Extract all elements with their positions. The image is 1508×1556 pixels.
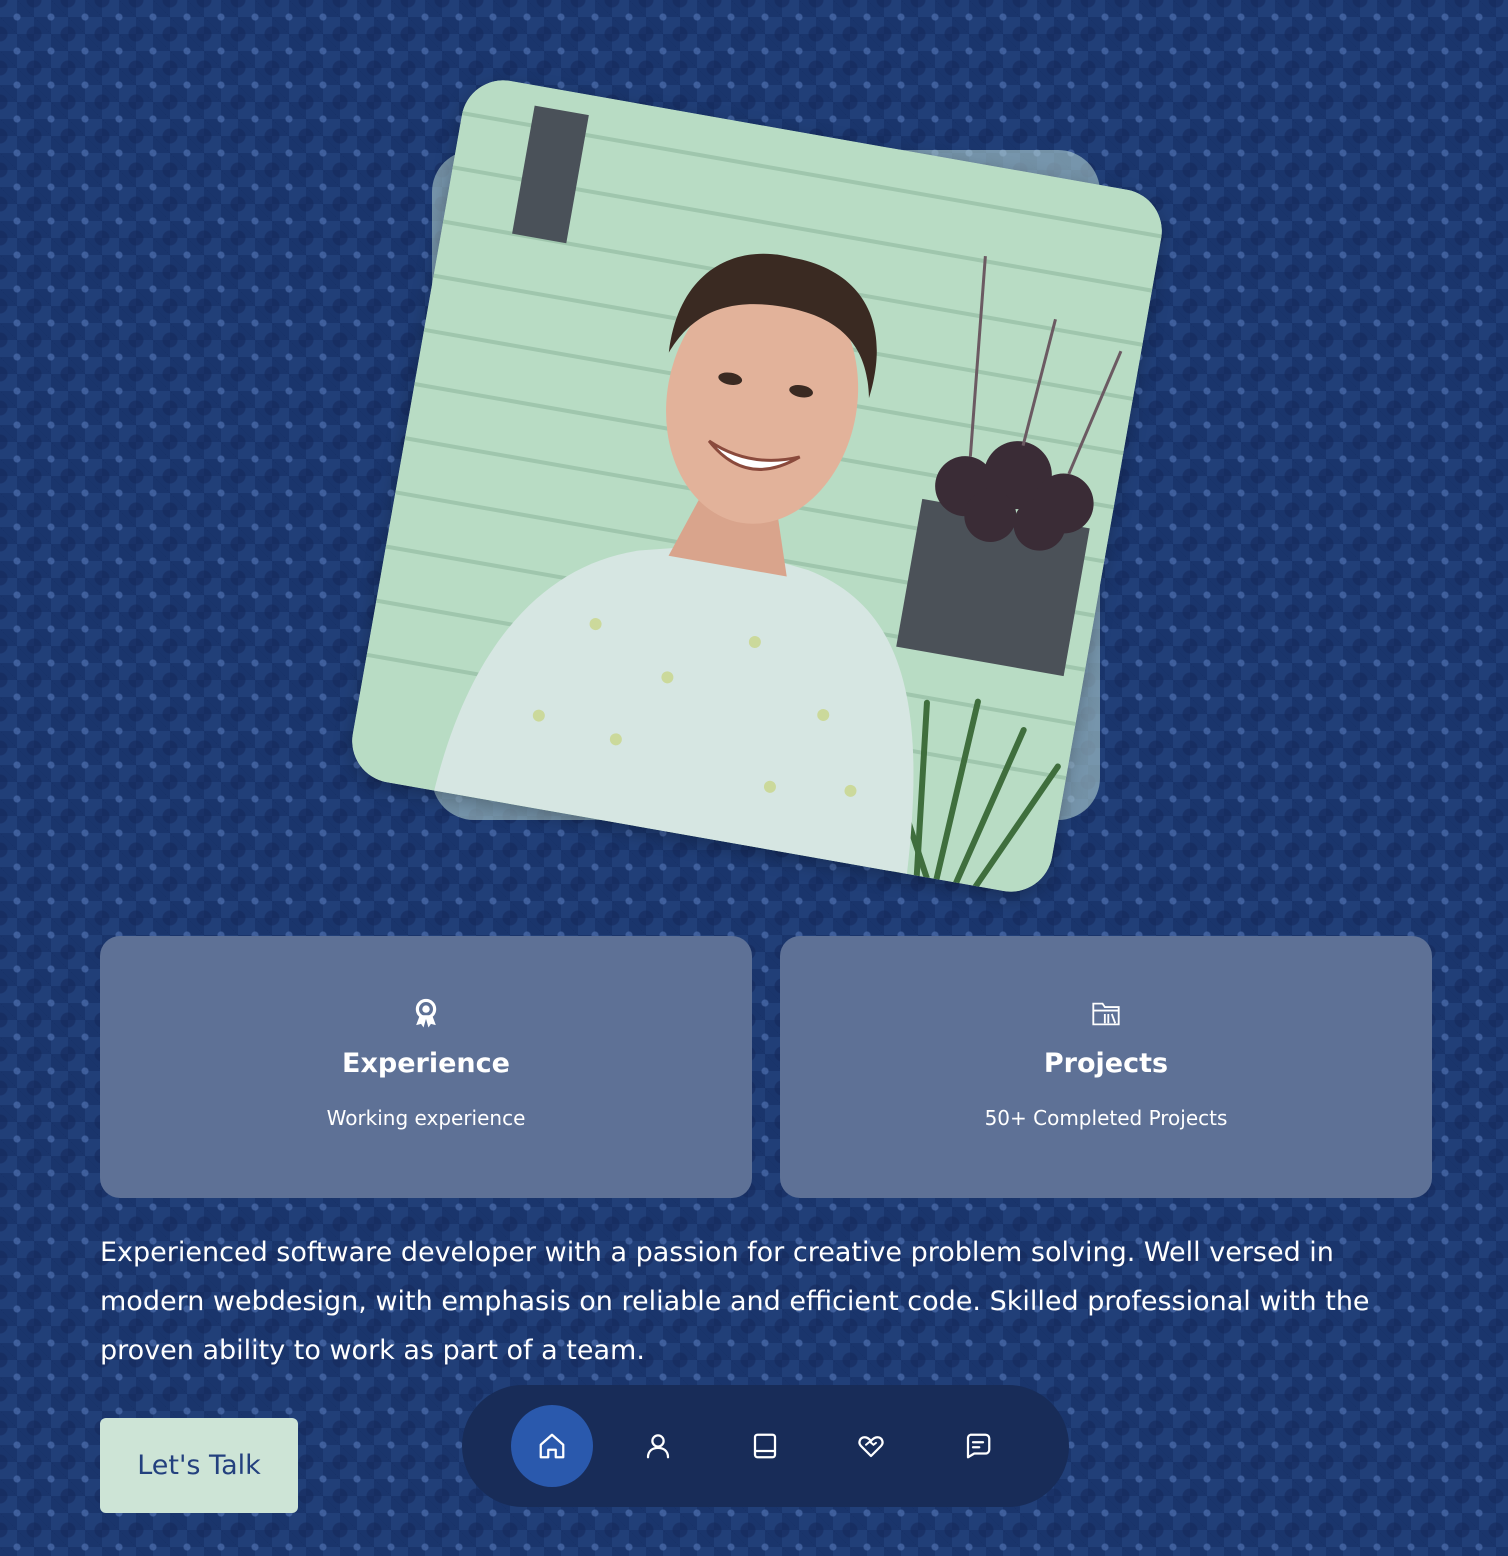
profile-photo-illustration [345, 73, 1169, 899]
projects-card: Projects 50+ Completed Projects [780, 936, 1432, 1198]
card-title: Projects [1043, 1048, 1169, 1079]
bottom-nav [462, 1385, 1069, 1507]
home-icon [539, 1433, 565, 1459]
heart-handshake-icon [858, 1436, 884, 1458]
nav-about[interactable] [617, 1405, 699, 1487]
nav-experience[interactable] [724, 1405, 806, 1487]
card-title: Experience [342, 1048, 510, 1079]
nav-contact[interactable] [937, 1405, 1019, 1487]
folder-icon [1092, 1002, 1120, 1026]
lets-talk-button[interactable]: Let's Talk [100, 1418, 298, 1513]
profile-photo [345, 73, 1169, 899]
nav-services[interactable] [830, 1405, 912, 1487]
card-subtitle: Working experience [326, 1106, 526, 1130]
card-subtitle: 50+ Completed Projects [984, 1106, 1228, 1130]
experience-card: Experience Working experience [100, 936, 752, 1198]
book-icon [753, 1433, 777, 1459]
message-icon [966, 1433, 991, 1459]
award-icon [415, 998, 437, 1028]
nav-home[interactable] [511, 1405, 593, 1487]
bio-text: Experienced software developer with a pa… [100, 1237, 1370, 1366]
user-icon [646, 1434, 670, 1459]
